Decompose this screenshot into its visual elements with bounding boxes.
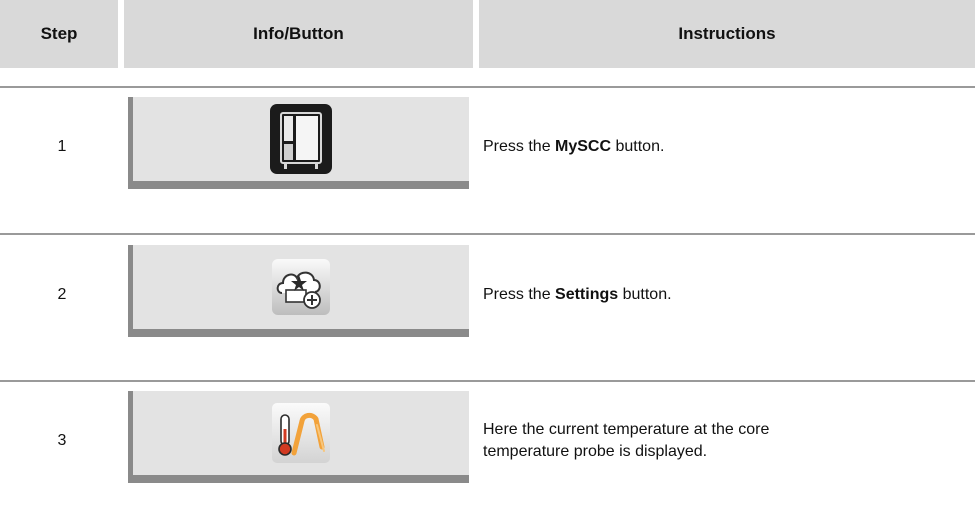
settings-button[interactable] xyxy=(128,245,469,337)
button-name: MySCC xyxy=(555,138,612,155)
row-divider xyxy=(0,86,975,88)
core-temperature-display xyxy=(128,391,469,483)
myscc-button[interactable] xyxy=(128,97,469,189)
step-number: 1 xyxy=(57,138,67,155)
table-row: 1 Press the MySCC button. xyxy=(0,97,975,197)
myscc-oven-icon xyxy=(270,104,332,174)
step-number: 2 xyxy=(57,286,67,303)
header-step: Step xyxy=(0,0,118,68)
table-header: Step Info/Button Instructions xyxy=(0,0,975,68)
step-number: 3 xyxy=(57,432,67,449)
instruction-text: Press the Settings button. xyxy=(483,286,672,303)
settings-cloud-star-icon xyxy=(272,259,330,315)
row-divider xyxy=(0,380,975,382)
header-instructions: Instructions xyxy=(479,0,975,68)
table-row: 2 Press the Settings button. xyxy=(0,245,975,345)
header-info-button: Info/Button xyxy=(124,0,473,68)
instruction-text: Here the current temperature at the core… xyxy=(483,421,770,460)
core-temperature-probe-icon xyxy=(272,403,330,463)
button-name: Settings xyxy=(555,286,619,303)
row-divider xyxy=(0,233,975,235)
table-row: 3 Here the current temperature at the co… xyxy=(0,391,975,491)
instruction-text: Press the MySCC button. xyxy=(483,138,665,155)
